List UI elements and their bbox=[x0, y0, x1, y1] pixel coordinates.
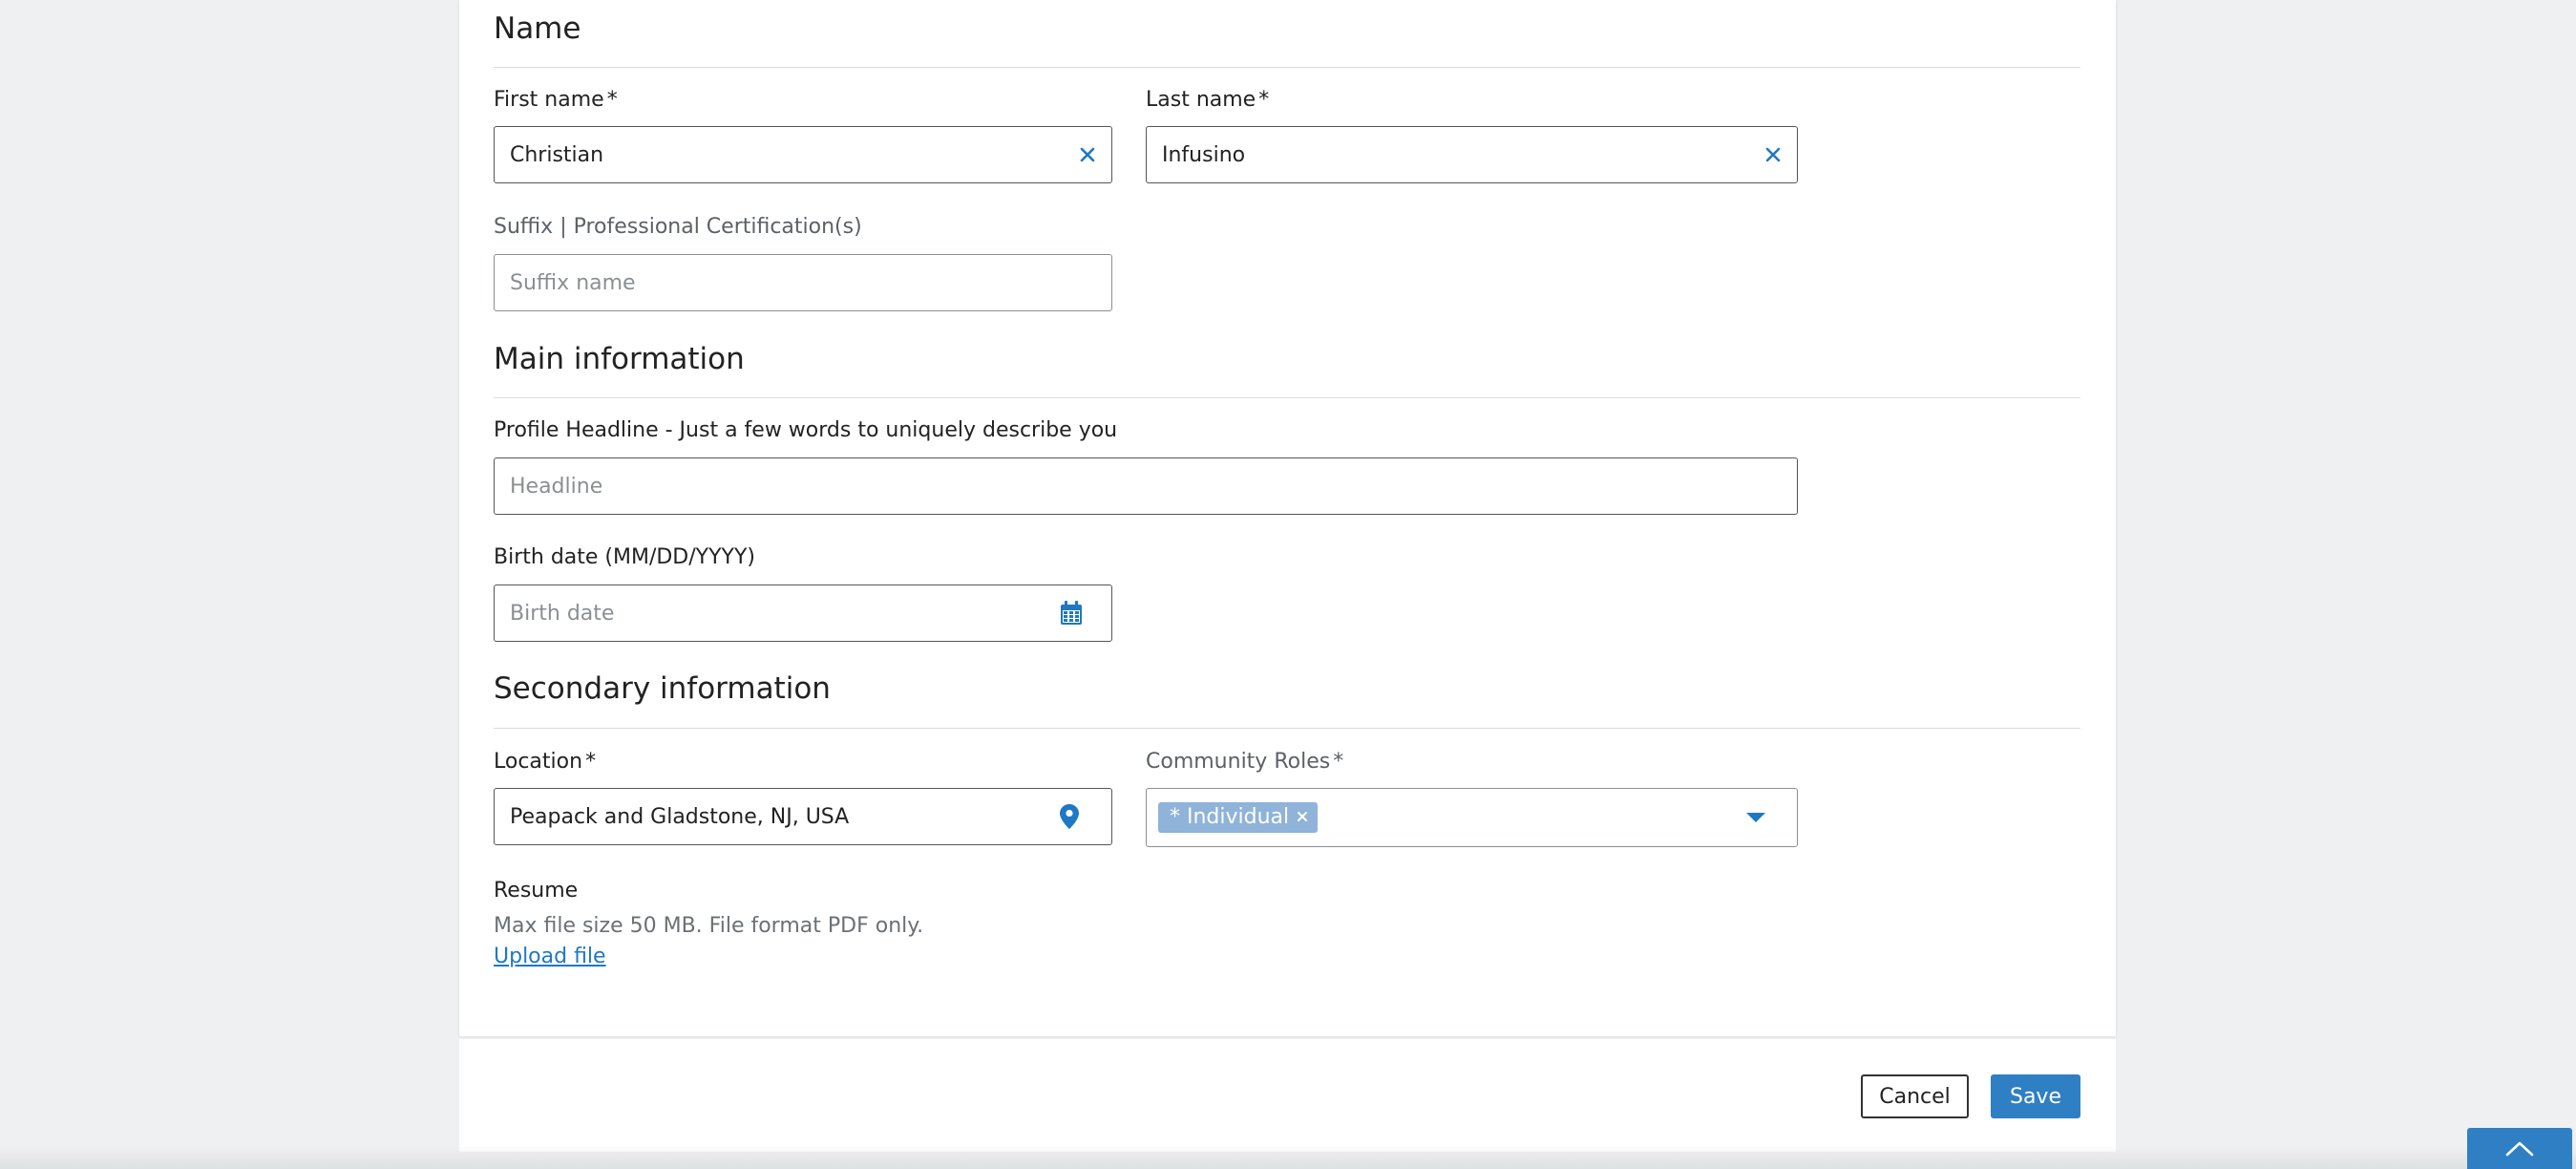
required-marker: * bbox=[1258, 88, 1270, 112]
profile-edit-card: Name First name * Christian Last name * In… bbox=[459, 0, 2116, 1152]
section-divider bbox=[494, 728, 2080, 729]
bottom-shade bbox=[0, 1146, 2576, 1169]
calendar-icon[interactable] bbox=[1060, 601, 1083, 626]
last-name-label: Last name * bbox=[1146, 88, 1269, 112]
resume-help-text: Max file size 50 MB. File format PDF onl… bbox=[494, 914, 924, 938]
headline-placeholder[interactable]: Headline bbox=[510, 475, 1782, 499]
role-chip-label: * Individual bbox=[1170, 805, 1290, 829]
location-label-text: Location bbox=[494, 750, 583, 774]
chevron-up-icon bbox=[2505, 1141, 2534, 1157]
map-pin-icon[interactable] bbox=[1060, 804, 1079, 829]
community-roles-label: Community Roles * bbox=[1146, 750, 1343, 774]
required-marker: * bbox=[585, 750, 597, 774]
first-name-label: First name * bbox=[494, 88, 618, 112]
first-name-field[interactable]: Christian bbox=[494, 126, 1112, 183]
headline-field[interactable]: Headline bbox=[494, 457, 1798, 515]
community-roles-select[interactable]: * Individual bbox=[1146, 788, 1798, 847]
last-name-field[interactable]: Infusino bbox=[1146, 126, 1798, 183]
resume-label: Resume bbox=[494, 879, 579, 903]
section-divider bbox=[494, 397, 2080, 398]
location-field[interactable]: Peapack and Gladstone, NJ, USA bbox=[494, 788, 1112, 845]
save-button[interactable]: Save bbox=[1991, 1074, 2080, 1118]
upload-file-link[interactable]: Upload file bbox=[494, 945, 606, 968]
caret-down-icon[interactable] bbox=[1745, 812, 1766, 823]
close-icon[interactable] bbox=[1079, 146, 1096, 163]
last-name-value[interactable]: Infusino bbox=[1162, 143, 1764, 167]
first-name-value[interactable]: Christian bbox=[510, 143, 1079, 167]
form-footer: Cancel Save bbox=[459, 1039, 2116, 1152]
close-icon[interactable] bbox=[1297, 807, 1308, 827]
close-icon[interactable] bbox=[1764, 146, 1782, 163]
birth-date-placeholder[interactable]: Birth date bbox=[510, 602, 1060, 626]
section-title-name: Name bbox=[494, 11, 581, 46]
suffix-label: Suffix | Professional Certification(s) bbox=[494, 215, 862, 239]
section-title-secondary: Secondary information bbox=[494, 671, 831, 706]
section-title-main: Main information bbox=[494, 342, 745, 376]
headline-label: Profile Headline - Just a few words to u… bbox=[494, 418, 1118, 442]
suffix-field[interactable]: Suffix name bbox=[494, 254, 1112, 311]
required-marker: * bbox=[1333, 750, 1344, 774]
birth-date-field[interactable]: Birth date bbox=[494, 584, 1112, 642]
suffix-placeholder[interactable]: Suffix name bbox=[510, 271, 1096, 295]
location-label: Location * bbox=[494, 750, 596, 774]
role-chip[interactable]: * Individual bbox=[1158, 802, 1319, 833]
scroll-top-button[interactable] bbox=[2467, 1128, 2572, 1169]
community-roles-label-text: Community Roles bbox=[1146, 750, 1331, 774]
section-divider bbox=[494, 67, 2080, 68]
birth-date-label: Birth date (MM/DD/YYYY) bbox=[494, 545, 756, 569]
last-name-label-text: Last name bbox=[1146, 88, 1256, 112]
first-name-label-text: First name bbox=[494, 88, 604, 112]
location-value[interactable]: Peapack and Gladstone, NJ, USA bbox=[510, 805, 1060, 829]
cancel-button[interactable]: Cancel bbox=[1861, 1074, 1969, 1118]
required-marker: * bbox=[606, 88, 618, 112]
